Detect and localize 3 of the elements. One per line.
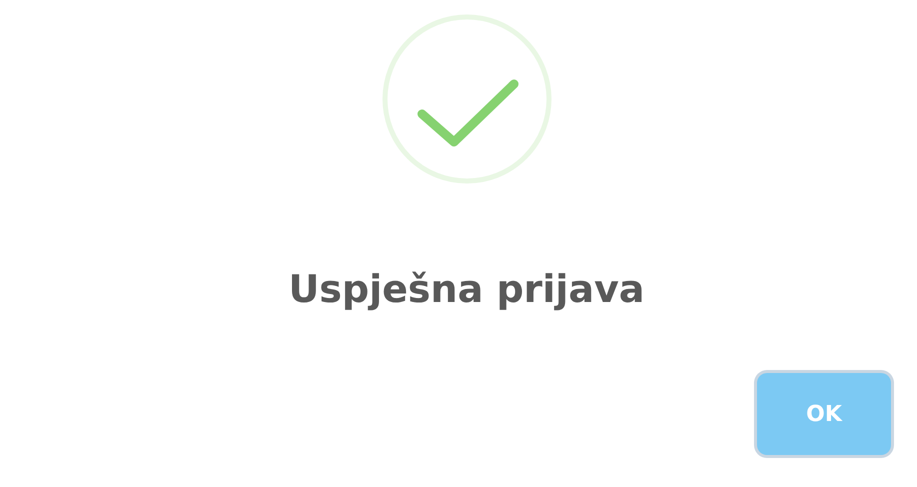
- ok-button[interactable]: OK: [757, 373, 891, 455]
- success-check-icon: [380, 13, 552, 185]
- dialog-title: Uspješna prijava: [288, 266, 645, 313]
